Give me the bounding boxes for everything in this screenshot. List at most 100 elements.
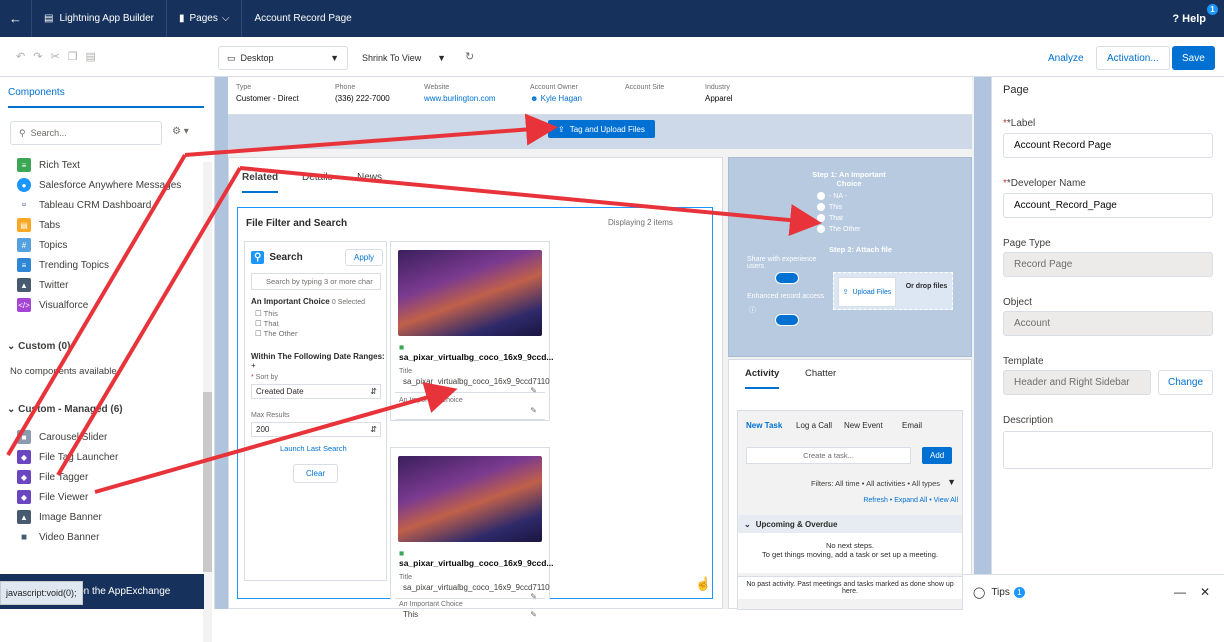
option-that[interactable]: That <box>817 214 843 222</box>
tab-details[interactable]: Details <box>302 172 333 183</box>
description-textarea[interactable] <box>1003 431 1213 469</box>
max-results-input[interactable]: 200 ⇵ <box>251 422 381 437</box>
clear-button[interactable]: Clear <box>293 464 339 483</box>
tips-bar[interactable]: ◯ Tips 1 — ✕ <box>963 574 1224 609</box>
tab-new-event[interactable]: New Event <box>844 421 883 430</box>
component-trending-topics[interactable]: ≡ Trending Topics <box>17 258 109 272</box>
share-toggle[interactable] <box>775 272 799 284</box>
edit-pencil-icon[interactable]: ✎ <box>530 610 537 619</box>
plus-icon[interactable]: + <box>251 361 256 370</box>
apply-button[interactable]: Apply <box>345 249 384 266</box>
component-twitter[interactable]: ▲ Twitter <box>17 278 68 292</box>
filter-icon[interactable]: ▼ <box>947 477 956 487</box>
properties-panel: Page **Label Account Record Page **Devel… <box>991 77 1224 609</box>
undo-icon[interactable]: ↶ <box>16 50 25 63</box>
dev-name-input[interactable]: Account_Record_Page <box>1003 193 1213 218</box>
file-card[interactable]: ■ sa_pixar_virtualbg_coco_16x9_9ccd... T… <box>390 241 554 421</box>
step1-heading: Step 1: An Important Choice <box>812 170 886 188</box>
component-tableau[interactable]: ▫ Tableau CRM Dashboard <box>17 198 151 212</box>
component-visualforce[interactable]: </> Visualforce <box>17 298 88 312</box>
option-na[interactable]: - NA - <box>817 192 847 200</box>
component-search-input[interactable]: ⚲ Search... <box>10 121 162 145</box>
add-task-button[interactable]: Add <box>922 447 953 464</box>
help-badge: 1 <box>1207 4 1218 15</box>
save-button[interactable]: Save <box>1172 46 1215 70</box>
file-drop-zone[interactable]: ⇪ Upload Files Or drop files <box>833 272 953 310</box>
custom-section-header[interactable]: ⌄ Custom (0) <box>7 341 70 352</box>
change-template-button[interactable]: Change <box>1158 370 1213 395</box>
component-tabs[interactable]: ▤ Tabs <box>17 218 60 232</box>
choice-value[interactable]: This ✎ <box>395 608 545 625</box>
file-filter-search[interactable]: File Filter and Search Displaying 2 item… <box>237 207 713 619</box>
create-task-input[interactable]: Create a task... <box>746 447 911 464</box>
paste-icon[interactable]: ▤ <box>86 50 96 63</box>
back-arrow-icon[interactable]: ← <box>0 0 32 37</box>
tag-upload-button[interactable]: ⇪ Tag and Upload Files <box>548 120 655 138</box>
gear-icon[interactable]: ⚙ ▾ <box>172 126 189 137</box>
option-this[interactable]: This <box>817 203 842 211</box>
sort-select[interactable]: Created Date ⇵ <box>251 384 381 399</box>
analyze-button[interactable]: Analyze <box>1038 46 1094 70</box>
tab-email[interactable]: Email <box>902 421 922 430</box>
max-results-label: Max Results <box>251 412 290 419</box>
edit-pencil-icon[interactable]: ✎ <box>530 386 537 395</box>
tab-news[interactable]: News <box>357 172 382 183</box>
cut-icon[interactable]: ✂ <box>50 50 59 63</box>
website-link[interactable]: www.burlington.com <box>424 94 496 103</box>
component-file-tagger[interactable]: ◆ File Tagger <box>17 470 88 484</box>
component-video-banner[interactable]: ■ Video Banner <box>17 530 99 544</box>
view-select[interactable]: Shrink To View ▼ <box>354 46 454 70</box>
pages-menu[interactable]: ▮ Pages ⌵ <box>167 0 243 37</box>
component-salesforce-anywhere[interactable]: ● Salesforce Anywhere Messages <box>17 178 181 192</box>
title-value[interactable]: sa_pixar_virtualbg_coco_16x9_9ccd7110 ✎ <box>395 581 550 601</box>
minimize-icon[interactable]: — <box>1174 585 1186 599</box>
tab-log-call[interactable]: Log a Call <box>796 421 832 430</box>
choice-option[interactable]: ☐ This <box>255 309 278 318</box>
option-other[interactable]: The Other <box>817 225 861 233</box>
components-tab[interactable]: Components <box>8 87 204 108</box>
tab-activity[interactable]: Activity <box>745 368 780 389</box>
help-button[interactable]: ? Help 1 <box>1160 0 1224 37</box>
enhanced-toggle[interactable] <box>775 314 799 326</box>
file-thumbnail[interactable] <box>398 456 542 542</box>
choice-value[interactable]: ✎ <box>395 404 545 420</box>
component-file-tag-launcher[interactable]: ◆ File Tag Launcher <box>17 450 118 464</box>
upload-files-button[interactable]: ⇪ Upload Files <box>838 277 896 307</box>
tab-related[interactable]: Related <box>242 172 279 193</box>
copy-icon[interactable]: ❐ <box>68 50 78 63</box>
search-files-input[interactable]: Search by typing 3 or more char <box>251 273 381 290</box>
hashtag-icon: # <box>17 238 31 252</box>
launch-last-search-link[interactable]: Launch Last Search <box>280 444 347 453</box>
tab-new-task[interactable]: New Task <box>746 421 782 430</box>
label-input[interactable]: Account Record Page <box>1003 133 1213 158</box>
choice-option[interactable]: ☐ The Other <box>255 329 297 338</box>
file-tagger-panel[interactable]: Step 1: An Important Choice - NA - This … <box>728 157 972 357</box>
component-rich-text[interactable]: ≡ Rich Text <box>17 158 80 172</box>
component-topics[interactable]: # Topics <box>17 238 67 252</box>
title-value[interactable]: sa_pixar_virtualbg_coco_16x9_9ccd7110 ✎ <box>395 375 550 395</box>
redo-icon[interactable]: ↷ <box>33 50 42 63</box>
managed-section-header[interactable]: ⌄ Custom - Managed (6) <box>7 404 123 415</box>
device-select[interactable]: ▭ Desktop ▼ <box>218 46 348 70</box>
file-card[interactable]: ■ sa_pixar_virtualbg_coco_16x9_9ccd... T… <box>390 447 554 619</box>
object-label: Object <box>1003 297 1032 308</box>
scrollbar-thumb[interactable] <box>203 392 212 572</box>
component-file-viewer[interactable]: ◆ File Viewer <box>17 490 88 504</box>
component-carousel[interactable]: ■ Carousel/Slider <box>17 430 107 444</box>
edit-pencil-icon[interactable]: ✎ <box>530 592 537 601</box>
left-scrollbar[interactable] <box>203 162 212 642</box>
edit-pencil-icon[interactable]: ✎ <box>530 406 537 415</box>
file-thumbnail[interactable] <box>398 250 542 336</box>
tab-chatter[interactable]: Chatter <box>805 368 836 379</box>
component-image-banner[interactable]: ▲ Image Banner <box>17 510 102 524</box>
updown-icon: ⇵ <box>370 387 377 396</box>
refresh-icon[interactable]: ↻ <box>465 50 474 63</box>
activity-links[interactable]: Refresh • Expand All • View All <box>863 497 958 504</box>
choice-label: An Important Choice <box>399 601 463 608</box>
video-icon: ■ <box>17 530 31 544</box>
owner-link[interactable]: ☻ Kyle Hagan <box>530 94 582 103</box>
close-icon[interactable]: ✕ <box>1200 585 1210 599</box>
choice-option[interactable]: ☐ That <box>255 319 279 328</box>
upcoming-header[interactable]: ⌄ Upcoming & Overdue <box>738 515 962 533</box>
activation-button[interactable]: Activation... <box>1096 46 1170 70</box>
